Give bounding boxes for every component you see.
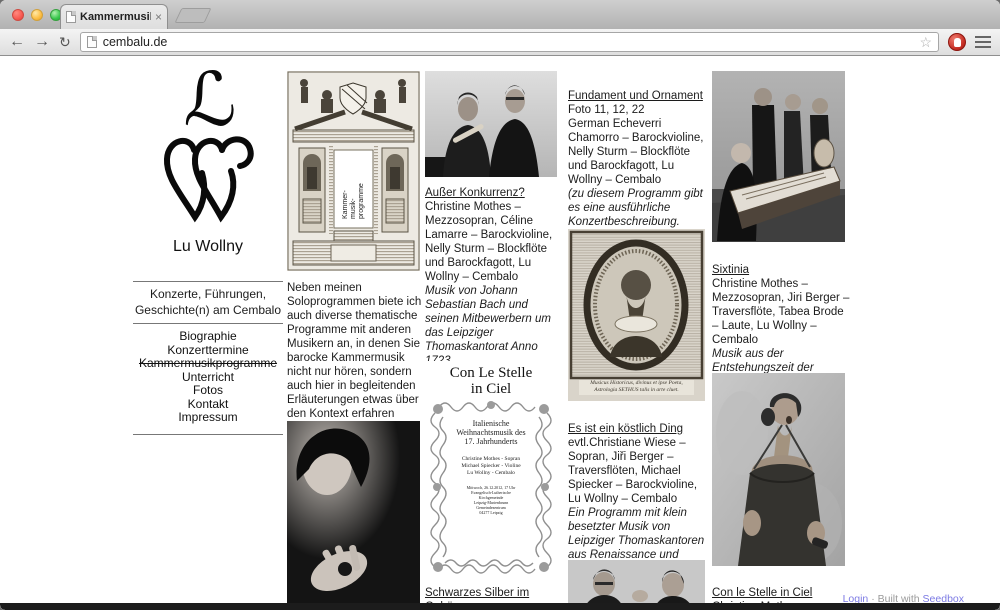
calvisius-engraving-image: Musicus Historicus, divinus et ipse Poet… bbox=[568, 229, 705, 401]
minimize-window-button[interactable] bbox=[31, 9, 43, 21]
url-text: cembalu.de bbox=[103, 35, 168, 49]
nav-item-fotos[interactable]: Fotos bbox=[133, 384, 283, 398]
close-window-button[interactable] bbox=[12, 9, 24, 21]
program-sixtinia: Sixtinia Christine Mothes – Mezzosopran,… bbox=[712, 263, 850, 389]
browser-toolbar: ← → ↻ cembalu.de ☆ bbox=[0, 29, 1000, 56]
intro-text: Neben meinen Soloprogrammen biete ich au… bbox=[287, 281, 427, 435]
page-content: ℒ Lu Wollny Konzerte, Führungen, Geschic… bbox=[0, 57, 1000, 610]
program-title-link[interactable]: Con le Stelle in Ciel bbox=[712, 587, 812, 599]
nav-item-biographie[interactable]: Biographie bbox=[133, 330, 283, 344]
singer-photo bbox=[712, 373, 845, 566]
poster-details: Mittwoch, 26.12.2012, 17 Uhr Evangelisch… bbox=[451, 485, 531, 515]
bookmark-star-icon[interactable]: ☆ bbox=[919, 35, 932, 49]
program-title-link[interactable]: Es ist ein köstlich Ding bbox=[568, 423, 683, 435]
tab-title: Kammermusikprogramme bbox=[80, 11, 151, 23]
program-title-link[interactable]: Außer Konkurrenz? bbox=[425, 187, 525, 199]
nav-item-kammermusikprogramme[interactable]: Kammermusikprogramme bbox=[133, 357, 283, 371]
extension-icon[interactable] bbox=[948, 33, 966, 51]
program-fundament: Fundament und Ornament Foto 11, 12, 22 G… bbox=[568, 89, 708, 243]
engraved-frontispiece-image: Kammer- musik- programme bbox=[287, 71, 420, 271]
nav-item-konzerttermine[interactable]: Konzerttermine bbox=[133, 344, 283, 358]
svg-text:ℒ: ℒ bbox=[183, 67, 236, 143]
program-title-link[interactable]: Sixtinia bbox=[712, 264, 749, 276]
back-icon[interactable]: ← bbox=[9, 34, 25, 50]
poster-performers: Christine Mothes - Sopran Michael Spieck… bbox=[451, 456, 531, 477]
ensemble-harpsichord-photo bbox=[712, 71, 845, 242]
browser-tab[interactable]: Kammermusikprogramme × bbox=[60, 4, 168, 29]
program-performers: German Echeverri Chamorro – Barockviolin… bbox=[568, 117, 708, 187]
main-nav: Biographie Konzerttermine Kammermusikpro… bbox=[133, 330, 283, 425]
tab-strip: Kammermusikprogramme × bbox=[0, 0, 1000, 29]
con-le-stelle-poster-image: Con Le Stelle in Ciel bbox=[425, 361, 557, 581]
close-tab-icon[interactable]: × bbox=[155, 12, 162, 22]
lu-wollny-monogram-logo: ℒ bbox=[158, 67, 258, 233]
svg-text:programme: programme bbox=[358, 183, 365, 219]
address-bar[interactable]: cembalu.de ☆ bbox=[80, 32, 939, 52]
page-favicon bbox=[66, 11, 76, 23]
window-controls bbox=[12, 9, 62, 21]
new-tab-button[interactable] bbox=[175, 8, 212, 23]
program-performers: Christine Mothes – Mezzosopran, Jiri Ber… bbox=[712, 277, 850, 347]
duo-photo-cropped bbox=[568, 560, 705, 605]
forward-icon[interactable]: → bbox=[34, 34, 50, 50]
program-performers: Christine Mothes – Mezzosopran, Céline L… bbox=[425, 200, 563, 284]
nav-item-kontakt[interactable]: Kontakt bbox=[133, 398, 283, 412]
divider bbox=[133, 323, 283, 324]
duo-musicians-photo bbox=[425, 71, 557, 177]
site-brand: Lu Wollny bbox=[133, 238, 283, 256]
nav-item-unterricht[interactable]: Unterricht bbox=[133, 371, 283, 385]
poster-text-block: Italienische Weihnachtsmusik des 17. Jah… bbox=[451, 419, 531, 515]
window-bottom-edge bbox=[0, 603, 1000, 610]
menu-icon[interactable] bbox=[975, 36, 991, 48]
divider bbox=[133, 434, 283, 435]
program-description: Musik von Johann Sebastian Bach und sein… bbox=[425, 284, 563, 368]
site-tagline: Konzerte, Führungen, Geschichte(n) am Ce… bbox=[133, 286, 283, 318]
poster-title-line1: Con Le Stelle bbox=[425, 365, 557, 381]
svg-text:Kammer-: Kammer- bbox=[342, 190, 349, 219]
program-ausser-konkurrenz: Außer Konkurrenz? Christine Mothes – Mez… bbox=[425, 186, 563, 368]
program-performers: evtl.Christiane Wiese – Sopran, Jiři Ber… bbox=[568, 436, 708, 506]
svg-text:musik-: musik- bbox=[350, 198, 357, 219]
program-title-link[interactable]: Fundament und Ornament bbox=[568, 90, 703, 102]
browser-window: Kammermusikprogramme × ← → ↻ cembalu.de … bbox=[0, 0, 1000, 610]
nav-item-impressum[interactable]: Impressum bbox=[133, 411, 283, 425]
poster-subtitle: Italienische Weihnachtsmusik des 17. Jah… bbox=[451, 419, 531, 446]
divider bbox=[133, 281, 283, 282]
program-foto-note: Foto 11, 12, 22 bbox=[568, 103, 708, 117]
reload-icon[interactable]: ↻ bbox=[59, 34, 71, 51]
portrait-photo-lu-wollny bbox=[287, 421, 420, 605]
poster-title-line2: in Ciel bbox=[425, 381, 557, 397]
url-page-icon bbox=[87, 36, 97, 48]
program-koestlich: Es ist ein köstlich Ding evtl.Christiane… bbox=[568, 422, 708, 576]
